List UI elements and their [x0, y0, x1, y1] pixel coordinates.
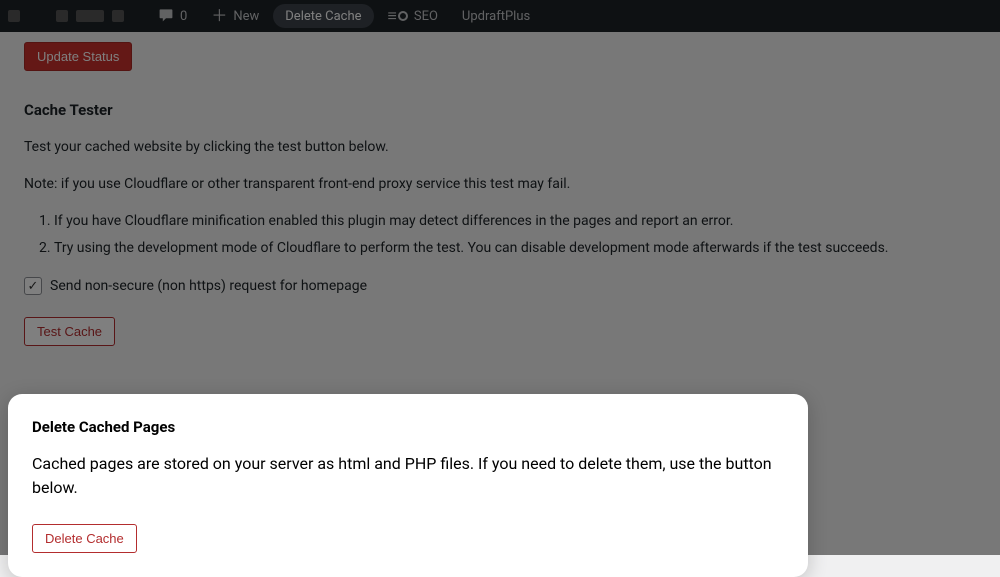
checkbox-icon: ✓ [24, 277, 42, 295]
non-secure-checkbox-row[interactable]: ✓ Send non-secure (non https) request fo… [24, 277, 976, 295]
test-cache-button[interactable]: Test Cache [24, 317, 115, 346]
delete-cache-button[interactable]: Delete Cache [32, 524, 137, 553]
seo-link[interactable]: ≡ SEO [378, 0, 448, 32]
window-controls [8, 10, 124, 22]
seo-icon: ≡ [388, 6, 408, 26]
comment-icon [158, 7, 174, 26]
list-item: Try using the development mode of Cloudf… [54, 238, 976, 259]
new-content-link[interactable]: ＋ New [201, 0, 269, 32]
updraftplus-link[interactable]: UpdraftPlus [452, 0, 540, 32]
cache-tester-note: Note: if you use Cloudflare or other tra… [24, 174, 976, 195]
delete-cached-text: Cached pages are stored on your server a… [32, 452, 784, 500]
update-status-button[interactable]: Update Status [24, 42, 132, 71]
cache-tester-list: If you have Cloudflare minification enab… [54, 211, 976, 259]
checkbox-label: Send non-secure (non https) request for … [50, 278, 367, 294]
window-dot [8, 10, 20, 22]
window-dot [76, 10, 104, 22]
delete-cache-toolbar-button[interactable]: Delete Cache [273, 4, 373, 28]
cache-tester-intro: Test your cached website by clicking the… [24, 137, 976, 158]
plus-icon: ＋ [211, 8, 227, 24]
cache-tester-heading: Cache Tester [24, 101, 976, 119]
admin-toolbar: 0 ＋ New Delete Cache ≡ SEO UpdraftPlus [0, 0, 1000, 32]
delete-cached-heading: Delete Cached Pages [32, 418, 784, 436]
seo-label: SEO [414, 9, 438, 24]
list-item: If you have Cloudflare minification enab… [54, 211, 976, 232]
window-dot [56, 10, 68, 22]
window-dot [112, 10, 124, 22]
updraft-label: UpdraftPlus [462, 9, 530, 24]
delete-cache-toolbar-label: Delete Cache [285, 9, 361, 24]
comments-count: 0 [180, 9, 187, 24]
delete-cached-pages-section: Delete Cached Pages Cached pages are sto… [8, 394, 808, 577]
page-content: Update Status Cache Tester Test your cac… [0, 32, 1000, 370]
new-label: New [233, 9, 259, 24]
comments-link[interactable]: 0 [148, 0, 197, 32]
